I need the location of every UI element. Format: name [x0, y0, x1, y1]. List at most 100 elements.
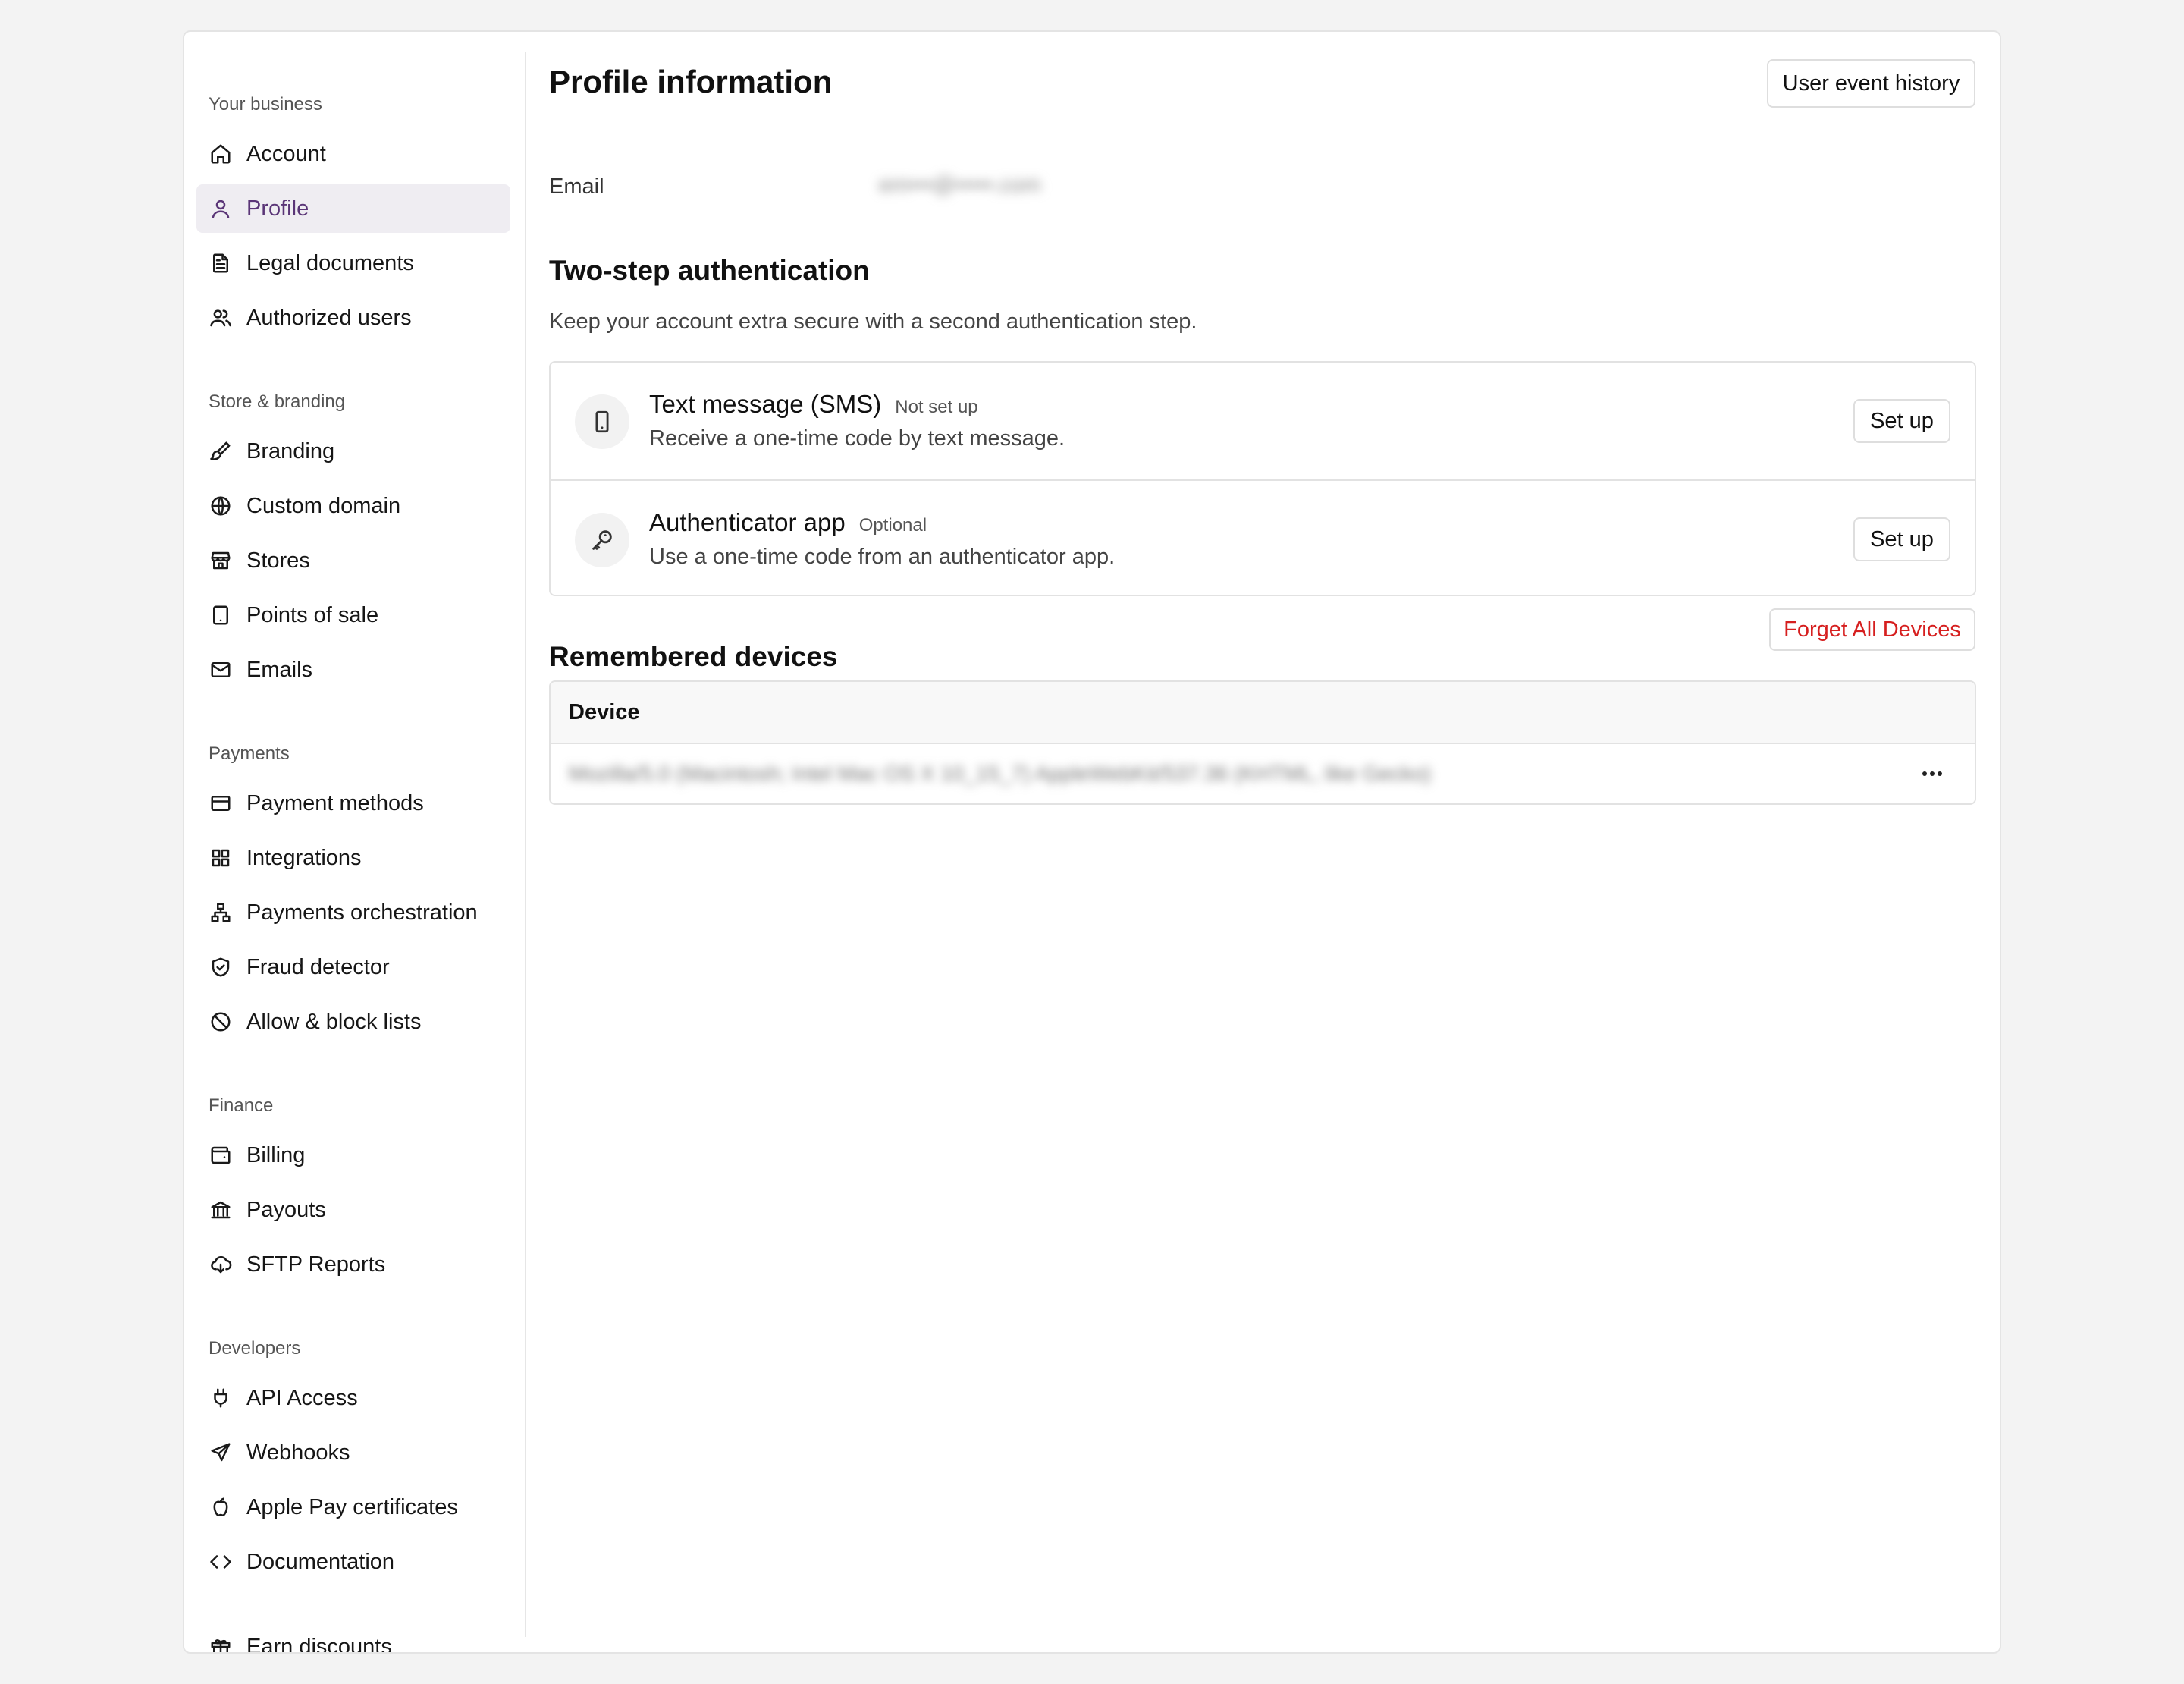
status-badge: Optional [858, 515, 927, 536]
method-name: Authenticator app [649, 508, 846, 536]
main-content: Profile information User event history E… [526, 32, 2000, 1652]
document-icon [209, 251, 233, 275]
gift-icon [209, 1635, 233, 1652]
sidebar-item-webhooks[interactable]: Webhooks [196, 1428, 510, 1477]
sidebar-item-label: Payment methods [246, 790, 424, 815]
key-icon [575, 513, 629, 567]
send-icon [209, 1441, 233, 1465]
sidebar-item-api-access[interactable]: API Access [196, 1374, 510, 1422]
auth-method-sms: Text message (SMS) Not set up Receive a … [551, 363, 1975, 479]
sidebar-item-allow-block-lists[interactable]: Allow & block lists [196, 998, 510, 1046]
sidebar-item-label: API Access [246, 1385, 358, 1410]
sidebar-item-label: Allow & block lists [246, 1009, 422, 1034]
sidebar-item-label: Webhooks [246, 1440, 350, 1465]
user-icon [209, 196, 233, 221]
more-options-icon[interactable] [1916, 757, 1949, 790]
sidebar-item-documentation[interactable]: Documentation [196, 1538, 510, 1586]
auth-method-authenticator: Authenticator app Optional Use a one-tim… [551, 479, 1975, 596]
sidebar-item-label: Stores [246, 548, 310, 573]
device-user-agent: Mozilla/5.0 (Macintosh; Intel Mac OS X 1… [569, 762, 1432, 785]
method-name-wrap: Text message (SMS) Not set up [649, 390, 978, 419]
network-icon [209, 900, 233, 925]
section-title-developers: Developers [209, 1338, 301, 1359]
table-header: Device [551, 682, 1975, 744]
sidebar-nav: Your business Account Profile Legal docu… [184, 32, 526, 1652]
phone-icon [575, 394, 629, 449]
method-description: Receive a one-time code by text message. [649, 426, 1065, 451]
sidebar-item-emails[interactable]: Emails [196, 646, 510, 694]
two-step-title: Two-step authentication [549, 255, 870, 286]
settings-card: Your business Account Profile Legal docu… [183, 30, 2001, 1654]
bank-icon [209, 1198, 233, 1222]
sidebar-item-label: Documentation [246, 1549, 395, 1574]
cloud-download-icon [209, 1252, 233, 1277]
email-value: em•••@•••••.com [879, 173, 1041, 197]
sidebar-item-label: Fraud detector [246, 954, 390, 979]
table-row: Mozilla/5.0 (Macintosh; Intel Mac OS X 1… [551, 744, 1975, 803]
sidebar-item-label: Payments orchestration [246, 900, 478, 925]
sidebar-item-label: Billing [246, 1142, 306, 1167]
globe-icon [209, 494, 233, 518]
mail-icon [209, 658, 233, 682]
authenticator-setup-button[interactable]: Set up [1853, 517, 1950, 561]
sidebar-item-payments-orchestration[interactable]: Payments orchestration [196, 888, 510, 937]
sidebar-item-label: Apple Pay certificates [246, 1494, 458, 1519]
sidebar-item-label: Branding [246, 438, 335, 463]
sidebar-item-billing[interactable]: Billing [196, 1131, 510, 1180]
sidebar-item-payment-methods[interactable]: Payment methods [196, 779, 510, 828]
sidebar-item-branding[interactable]: Branding [196, 427, 510, 476]
users-icon [209, 306, 233, 330]
sidebar-item-label: Custom domain [246, 493, 401, 518]
wallet-icon [209, 1143, 233, 1167]
ban-icon [209, 1010, 233, 1034]
section-title-payments: Payments [209, 743, 290, 764]
sidebar-item-label: Payouts [246, 1197, 326, 1222]
sidebar-item-fraud-detector[interactable]: Fraud detector [196, 943, 510, 991]
sidebar-item-label: Legal documents [246, 250, 414, 275]
method-name-wrap: Authenticator app Optional [649, 508, 927, 537]
sidebar-item-sftp-reports[interactable]: SFTP Reports [196, 1240, 510, 1289]
apple-icon [209, 1495, 233, 1519]
tablet-icon [209, 603, 233, 627]
email-label: Email [549, 174, 604, 199]
devices-table: Device Mozilla/5.0 (Macintosh; Intel Mac… [549, 680, 1976, 805]
credit-card-icon [209, 791, 233, 815]
section-title-finance: Finance [209, 1095, 274, 1116]
remembered-devices-title: Remembered devices [549, 641, 838, 672]
sidebar-item-authorized-users[interactable]: Authorized users [196, 294, 510, 342]
sidebar-item-earn-discounts[interactable]: Earn discounts [196, 1623, 510, 1654]
code-icon [209, 1550, 233, 1574]
sidebar-item-custom-domain[interactable]: Custom domain [196, 482, 510, 530]
sidebar-item-label: Account [246, 141, 326, 166]
sidebar-item-label: Points of sale [246, 602, 379, 627]
sidebar-item-account[interactable]: Account [196, 130, 510, 178]
plug-icon [209, 1386, 233, 1410]
sidebar-item-label: Emails [246, 657, 313, 682]
shield-check-icon [209, 955, 233, 979]
sidebar-item-label: Integrations [246, 845, 362, 870]
sidebar-item-legal-documents[interactable]: Legal documents [196, 239, 510, 287]
sidebar-item-integrations[interactable]: Integrations [196, 834, 510, 882]
store-icon [209, 548, 233, 573]
forget-all-devices-button[interactable]: Forget All Devices [1769, 608, 1975, 651]
page-title: Profile information [549, 64, 833, 99]
column-header-device: Device [569, 699, 640, 724]
sms-setup-button[interactable]: Set up [1853, 399, 1950, 443]
sidebar-item-label: SFTP Reports [246, 1252, 386, 1277]
status-badge: Not set up [895, 397, 978, 417]
paintbrush-icon [209, 439, 233, 463]
sidebar-item-stores[interactable]: Stores [196, 536, 510, 585]
two-step-description: Keep your account extra secure with a se… [549, 309, 1197, 334]
sidebar-item-label: Profile [246, 196, 309, 221]
home-icon [209, 142, 233, 166]
sidebar-item-payouts[interactable]: Payouts [196, 1186, 510, 1234]
section-title-store-branding: Store & branding [209, 391, 346, 412]
method-description: Use a one-time code from an authenticato… [649, 545, 1116, 569]
sidebar-item-apple-pay-certificates[interactable]: Apple Pay certificates [196, 1483, 510, 1532]
user-event-history-button[interactable]: User event history [1767, 59, 1975, 108]
section-title-your-business: Your business [209, 94, 322, 115]
sidebar-item-points-of-sale[interactable]: Points of sale [196, 591, 510, 639]
sidebar-item-label: Earn discounts [246, 1634, 392, 1654]
sidebar-item-profile[interactable]: Profile [196, 184, 510, 233]
grid-icon [209, 846, 233, 870]
